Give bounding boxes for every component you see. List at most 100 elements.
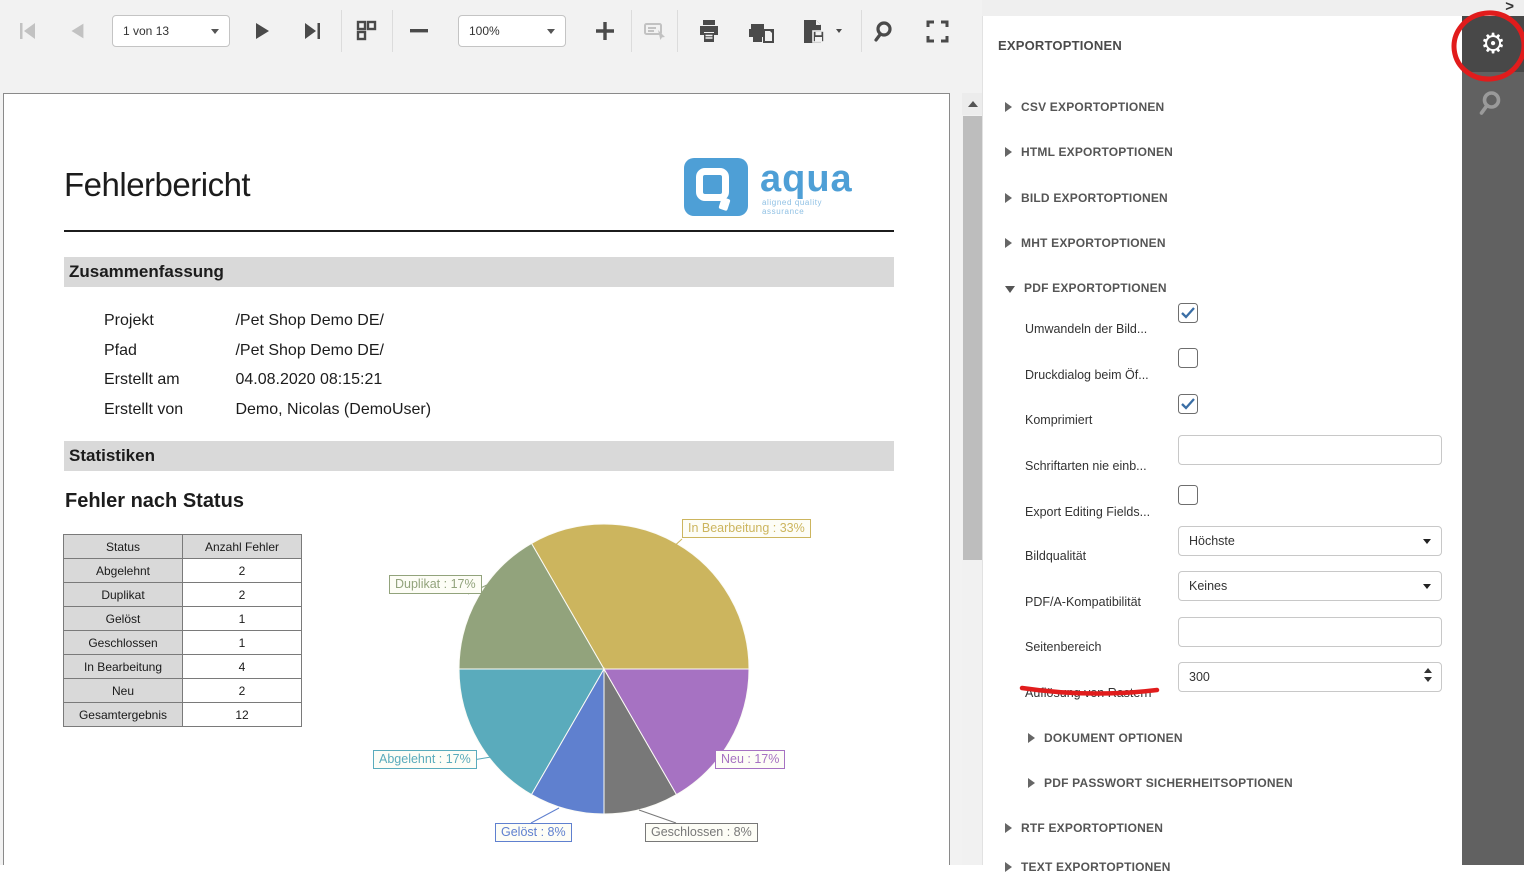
previous-page-button[interactable] — [58, 12, 96, 50]
section-bild-exportoptionen[interactable]: BILD EXPORTOPTIONEN — [1005, 189, 1168, 207]
export-options-panel: EXPORTOPTIONEN CSV EXPORTOPTIONEN HTML E… — [982, 16, 1462, 865]
status-table: Status Anzahl Fehler Abgelehnt2 Duplikat… — [63, 534, 302, 727]
summary-heading: Zusammenfassung — [64, 257, 894, 287]
chart-subheading: Fehler nach Status — [65, 490, 244, 513]
zoom-selector-value: 100% — [469, 24, 500, 38]
expander-triangle-icon — [1005, 823, 1012, 833]
toolbar-separator — [392, 10, 393, 52]
option-label: Bildqualität — [1025, 549, 1086, 563]
summary-field: Erstellt am 04.08.2020 08:15:21 — [104, 365, 382, 395]
spin-down-icon — [1424, 677, 1432, 682]
section-pdf-passwort-sicherheitsoptionen[interactable]: PDF PASSWORT SICHERHEITSOPTIONEN — [1028, 774, 1293, 792]
expander-triangle-icon — [1005, 147, 1012, 157]
print-page-button[interactable] — [742, 12, 780, 50]
section-dokument-optionen[interactable]: DOKUMENT OPTIONEN — [1028, 729, 1183, 747]
toolbar-separator — [631, 10, 632, 52]
search-icon — [1478, 88, 1508, 118]
table-row: Geschlossen1 — [64, 631, 302, 655]
report-title: Fehlerbericht — [64, 166, 250, 204]
option-label: Export Editing Fields... — [1025, 505, 1150, 519]
bildqualitaet-select[interactable]: Höchste — [1178, 526, 1442, 556]
spinner-arrows[interactable] — [1424, 668, 1432, 682]
option-label: PDF/A-Kompatibilität — [1025, 595, 1141, 609]
option-label-aufloesung: Auflösung von Rastern — [1025, 686, 1151, 700]
page-selector[interactable]: 1 von 13 — [112, 15, 230, 47]
expander-triangle-icon — [1028, 733, 1035, 743]
option-label: Seitenbereich — [1025, 640, 1101, 654]
aqua-logo-word: aqua — [760, 160, 853, 198]
chevron-down-icon — [1423, 539, 1431, 544]
title-rule — [64, 230, 894, 232]
pie-slices — [459, 524, 749, 814]
last-page-button[interactable] — [294, 12, 332, 50]
expander-triangle-icon — [1005, 286, 1015, 293]
checkbox-export-editing-fields[interactable] — [1178, 485, 1198, 505]
export-dropdown-caret[interactable] — [836, 29, 842, 33]
pie-label-neu: Neu : 17% — [715, 750, 785, 769]
pie-label-geschlossen: Geschlossen : 8% — [645, 823, 758, 842]
expander-triangle-icon — [1005, 102, 1012, 112]
gear-icon: ⚙ — [1480, 30, 1505, 58]
zoom-selector[interactable]: 100% — [458, 15, 566, 47]
section-mht-exportoptionen[interactable]: MHT EXPORTOPTIONEN — [1005, 234, 1166, 252]
scrollbar-thumb[interactable] — [963, 116, 983, 560]
pie-label-duplikat: Duplikat : 17% — [389, 575, 482, 594]
editing-fields-button[interactable] — [637, 12, 675, 50]
page-selector-value: 1 von 13 — [123, 24, 169, 38]
fullscreen-button[interactable] — [918, 12, 956, 50]
zoom-in-button[interactable] — [586, 12, 624, 50]
expander-triangle-icon — [1005, 238, 1012, 248]
print-button[interactable] — [690, 12, 728, 50]
multipage-view-button[interactable] — [347, 12, 385, 50]
checkbox-umwandeln-der-bild[interactable] — [1178, 303, 1198, 323]
report-page: Fehlerbericht aqua aligned quality assur… — [3, 93, 950, 865]
toolbar-separator — [861, 10, 862, 52]
search-button[interactable] — [866, 12, 904, 50]
statistics-heading: Statistiken — [64, 441, 894, 471]
pdfa-kompatibilitaet-select[interactable]: Keines — [1178, 571, 1442, 601]
status-pie-chart: In Bearbeitung : 33% Duplikat : 17% Abge… — [371, 506, 814, 864]
summary-field: Erstellt von Demo, Nicolas (DemoUser) — [104, 395, 431, 425]
checkbox-druckdialog[interactable] — [1178, 348, 1198, 368]
toolbar-separator — [677, 10, 678, 52]
viewer-toolbar: 1 von 13 100% — [0, 0, 982, 62]
schriftarten-nie-einb-input[interactable] — [1178, 435, 1442, 465]
table-row: In Bearbeitung4 — [64, 655, 302, 679]
vertical-scrollbar[interactable] — [962, 93, 984, 865]
table-row: Gesamtergebnis12 — [64, 703, 302, 727]
table-row: Duplikat2 — [64, 583, 302, 607]
aufloesung-von-rastern-spinner[interactable]: 300 — [1178, 662, 1442, 692]
chevron-down-icon — [547, 29, 555, 34]
checkbox-komprimiert[interactable] — [1178, 394, 1198, 414]
option-label: Komprimiert — [1025, 413, 1092, 427]
table-row: Abgelehnt2 — [64, 559, 302, 583]
aqua-logo-tagline: aligned quality assurance — [762, 198, 864, 216]
section-csv-exportoptionen[interactable]: CSV EXPORTOPTIONEN — [1005, 98, 1164, 116]
pie-label-abgelehnt: Abgelehnt : 17% — [373, 750, 477, 769]
section-html-exportoptionen[interactable]: HTML EXPORTOPTIONEN — [1005, 143, 1173, 161]
export-options-tab[interactable]: ⚙ — [1462, 16, 1524, 72]
toolbar-separator — [341, 10, 342, 52]
scroll-up-button[interactable] — [962, 93, 984, 115]
zoom-out-button[interactable] — [400, 12, 438, 50]
summary-field: Pfad /Pet Shop Demo DE/ — [104, 336, 384, 366]
table-header-row: Status Anzahl Fehler — [64, 535, 302, 559]
option-label: Umwandeln der Bild... — [1025, 322, 1147, 336]
collapse-panel-chevron-icon[interactable]: > — [1505, 0, 1514, 15]
section-pdf-exportoptionen[interactable]: PDF EXPORTOPTIONEN — [1005, 279, 1167, 297]
next-page-button[interactable] — [244, 12, 282, 50]
panel-title: EXPORTOPTIONEN — [998, 38, 1122, 53]
spin-up-icon — [1424, 668, 1432, 673]
option-label: Druckdialog beim Öf... — [1025, 368, 1149, 382]
first-page-button[interactable] — [8, 12, 46, 50]
seitenbereich-input[interactable] — [1178, 617, 1442, 647]
export-document-button[interactable] — [794, 12, 832, 50]
section-text-exportoptionen[interactable]: TEXT EXPORTOPTIONEN — [1005, 858, 1171, 876]
document-viewer: 1 von 13 100% — [0, 0, 982, 865]
search-tab[interactable] — [1462, 78, 1524, 128]
table-row: Gelöst1 — [64, 607, 302, 631]
chevron-down-icon — [1423, 584, 1431, 589]
chevron-up-icon — [968, 101, 978, 107]
right-tab-sidebar: ⚙ — [1462, 16, 1524, 865]
section-rtf-exportoptionen[interactable]: RTF EXPORTOPTIONEN — [1005, 819, 1163, 837]
